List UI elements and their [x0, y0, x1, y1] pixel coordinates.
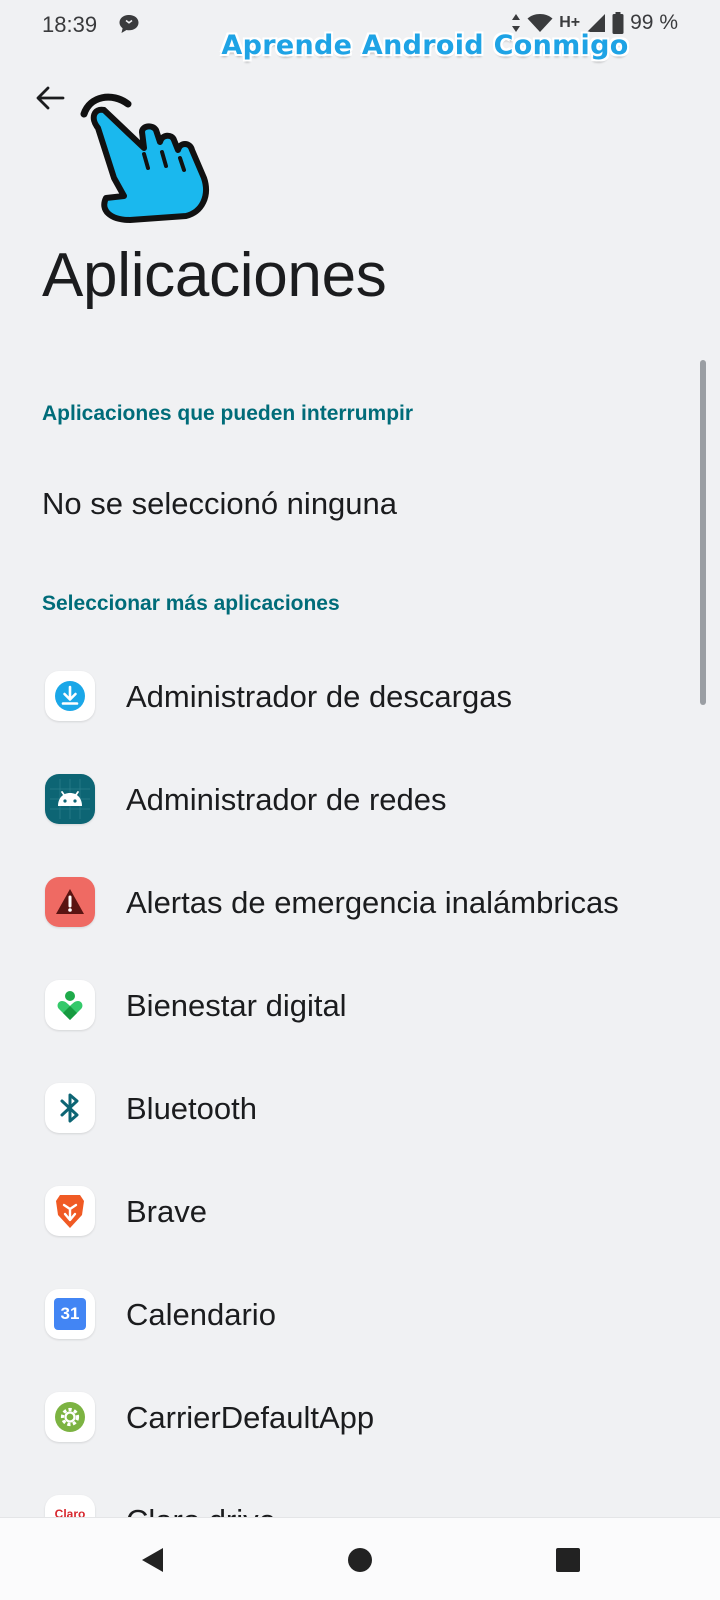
nav-home-button[interactable]: [338, 1538, 382, 1582]
navigation-bar: [0, 1517, 720, 1600]
android-icon: [45, 774, 95, 824]
back-triangle-icon: [142, 1548, 163, 1572]
interrupt-section-label: Aplicaciones que pueden interrumpir: [42, 402, 414, 425]
back-button[interactable]: [28, 78, 72, 118]
app-label: CarrierDefaultApp: [126, 1399, 375, 1435]
pointing-hand-icon: [70, 86, 220, 226]
recents-square-icon: [556, 1548, 580, 1572]
list-item-bluetooth[interactable]: Bluetooth: [0, 1057, 720, 1160]
app-label: Brave: [126, 1193, 207, 1229]
app-label: Alertas de emergencia inalámbricas: [126, 884, 619, 920]
list-item-brave[interactable]: Brave: [0, 1160, 720, 1263]
brave-lion-icon: [45, 1186, 95, 1236]
list-item-emergency-alerts[interactable]: Alertas de emergencia inalámbricas: [0, 851, 720, 954]
nav-recents-button[interactable]: [546, 1538, 590, 1582]
list-item-download-manager[interactable]: Administrador de descargas: [0, 645, 720, 748]
app-label: Administrador de descargas: [126, 678, 512, 714]
calendar-date-badge: 31: [54, 1298, 86, 1330]
gear-icon: [45, 1392, 95, 1442]
app-label: Administrador de redes: [126, 781, 447, 817]
interrupt-apps-value[interactable]: No se seleccionó ninguna: [42, 486, 397, 522]
app-label: Bluetooth: [126, 1090, 257, 1126]
download-icon: [45, 671, 95, 721]
calendar-icon: 31: [45, 1289, 95, 1339]
warning-icon: [45, 877, 95, 927]
list-item-network-manager[interactable]: Administrador de redes: [0, 748, 720, 851]
nav-back-button[interactable]: [130, 1538, 174, 1582]
home-circle-icon: [348, 1548, 372, 1572]
bluetooth-icon: [45, 1083, 95, 1133]
app-list: Administrador de descargas Administrador…: [0, 645, 720, 1572]
page-title: Aplicaciones: [42, 241, 387, 310]
list-item-carrier-default-app[interactable]: CarrierDefaultApp: [0, 1366, 720, 1469]
app-label: Calendario: [126, 1296, 276, 1332]
list-item-digital-wellbeing[interactable]: Bienestar digital: [0, 954, 720, 1057]
app-label: Bienestar digital: [126, 987, 347, 1023]
arrow-left-icon: [36, 86, 65, 110]
list-item-calendar[interactable]: 31 Calendario: [0, 1263, 720, 1366]
wellbeing-icon: [45, 980, 95, 1030]
watermark-text: Aprende Android Conmigo: [221, 30, 629, 61]
more-apps-section-label: Seleccionar más aplicaciones: [42, 592, 340, 615]
